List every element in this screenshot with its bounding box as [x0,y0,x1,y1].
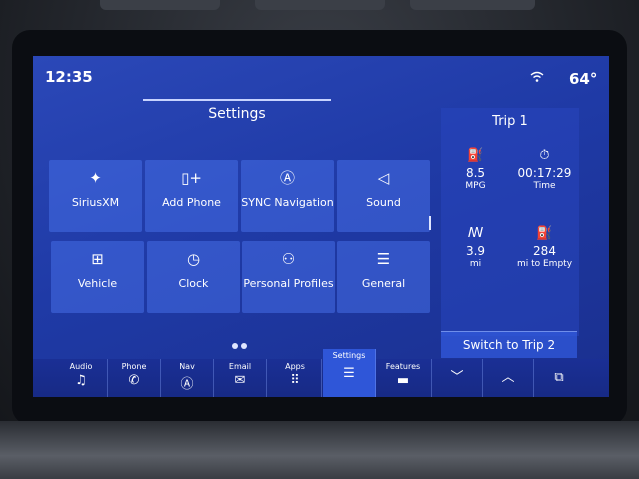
apps-grid-icon: ⠿ [290,373,300,388]
stat-value: 3.9 [465,244,486,258]
page-dot [241,343,247,349]
tile-label: Personal Profiles [243,277,334,290]
add-phone-icon: ▯+ [181,169,202,187]
nav-features[interactable]: Features ▬ [377,359,429,397]
clock-icon: ◷ [186,250,201,268]
status-bar: 12:35 64° [33,56,609,100]
chevron-down-icon[interactable]: ﹀ [431,359,482,397]
nav-apps[interactable]: Apps ⠿ [269,359,322,397]
tile-vehicle[interactable]: ⊞ Vehicle [51,241,144,313]
tile-label: SiriusXM [71,196,120,209]
stat-value: 00:17:29 [517,166,572,180]
email-icon: ✉ [234,373,246,388]
chevron-up-icon[interactable]: ︿ [482,359,533,397]
tile-sync-navigation[interactable]: Ⓐ SYNC Navigation [241,160,334,232]
page-dots [232,334,250,353]
tile-label: General [361,277,406,290]
satellite-icon: ✦ [89,169,102,187]
profiles-icon: ⚇ [281,250,296,268]
navigation-icon: Ⓐ [279,169,295,187]
stat-unit: mi to Empty [516,259,573,269]
fuel-pump-icon: ⛽ [536,226,553,241]
page-title: Settings [208,106,266,122]
dashboard-trim [0,421,639,479]
tile-label: Add Phone [162,196,221,209]
vehicle-settings-icon: ⊞ [91,250,104,268]
nav-phone[interactable]: Phone ✆ [108,359,161,397]
tile-clock[interactable]: ◷ Clock [147,241,240,313]
switch-trip-button[interactable]: Switch to Trip 2 [441,331,577,358]
tile-label: Sound [366,196,401,209]
trip-title: Trip 1 [492,114,528,129]
tile-sound[interactable]: ◁ Sound [337,160,430,232]
tile-label: Vehicle [77,277,118,290]
nav-label: Features [385,362,421,371]
stat-mpg: ⛽ 8.5 MPG [441,148,510,191]
stat-value: 284 [533,244,556,258]
nav-label: Settings [332,351,366,360]
truck-icon: ▬ [396,373,410,388]
speaker-icon: ◁ [377,169,390,187]
stat-distance: ꟿ 3.9 mi [441,226,510,269]
nav-label: Phone [121,362,147,371]
tile-label: Clock [178,277,209,290]
tile-label: SYNC Navigation [241,196,334,209]
tile-personal-profiles[interactable]: ⚇ Personal Profiles [242,241,335,313]
bottom-navbar: Audio ♫ Phone ✆ Nav Ⓐ Email ✉ Apps ⠿ Set… [33,349,609,397]
settings-sliders-icon: ☰ [343,366,355,381]
stopwatch-icon: ⏱ [539,148,550,163]
sliders-icon: ☰ [376,250,391,268]
outside-temperature: 64° [569,70,598,88]
distance-icon: ꟿ [467,226,484,241]
stat-unit: mi [469,259,482,269]
scroll-indicator [429,216,431,230]
nav-label: Email [228,362,252,371]
nav-label: Audio [69,362,93,371]
vent-slot [100,0,220,10]
nav-icon: Ⓐ [180,377,194,392]
stat-unit: MPG [465,181,486,191]
nav-nav[interactable]: Nav Ⓐ [161,359,214,397]
infotainment-screen: 12:35 64° Settings ✦ SiriusXM ▯+ Add Pho… [33,56,609,397]
tile-siriusxm[interactable]: ✦ SiriusXM [49,160,142,232]
stat-time: ⏱ 00:17:29 Time [510,148,579,191]
nav-settings[interactable]: Settings ☰ [323,349,376,397]
stat-range: ⛽ 284 mi to Empty [510,226,579,269]
nav-label: Apps [285,362,305,371]
windows-icon[interactable]: ⧉ [533,359,584,397]
page-dot [232,343,238,349]
wifi-icon [530,71,544,87]
clock-time: 12:35 [45,68,93,86]
title-divider [143,99,331,101]
tile-add-phone[interactable]: ▯+ Add Phone [145,160,238,232]
nav-audio[interactable]: Audio ♫ [55,359,108,397]
vent-slot [255,0,385,10]
stat-unit: Time [533,181,556,191]
trip-panel: Trip 1 ⛽ 8.5 MPG ⏱ 00:17:29 Time ꟿ 3.9 m… [441,108,579,336]
nav-label: Nav [179,362,195,371]
phone-icon: ✆ [128,373,140,388]
nav-email[interactable]: Email ✉ [214,359,267,397]
fuel-economy-icon: ⛽ [467,148,484,163]
music-note-icon: ♫ [75,373,87,388]
vent-slot [410,0,535,10]
tile-general[interactable]: ☰ General [337,241,430,313]
stat-value: 8.5 [465,166,486,180]
